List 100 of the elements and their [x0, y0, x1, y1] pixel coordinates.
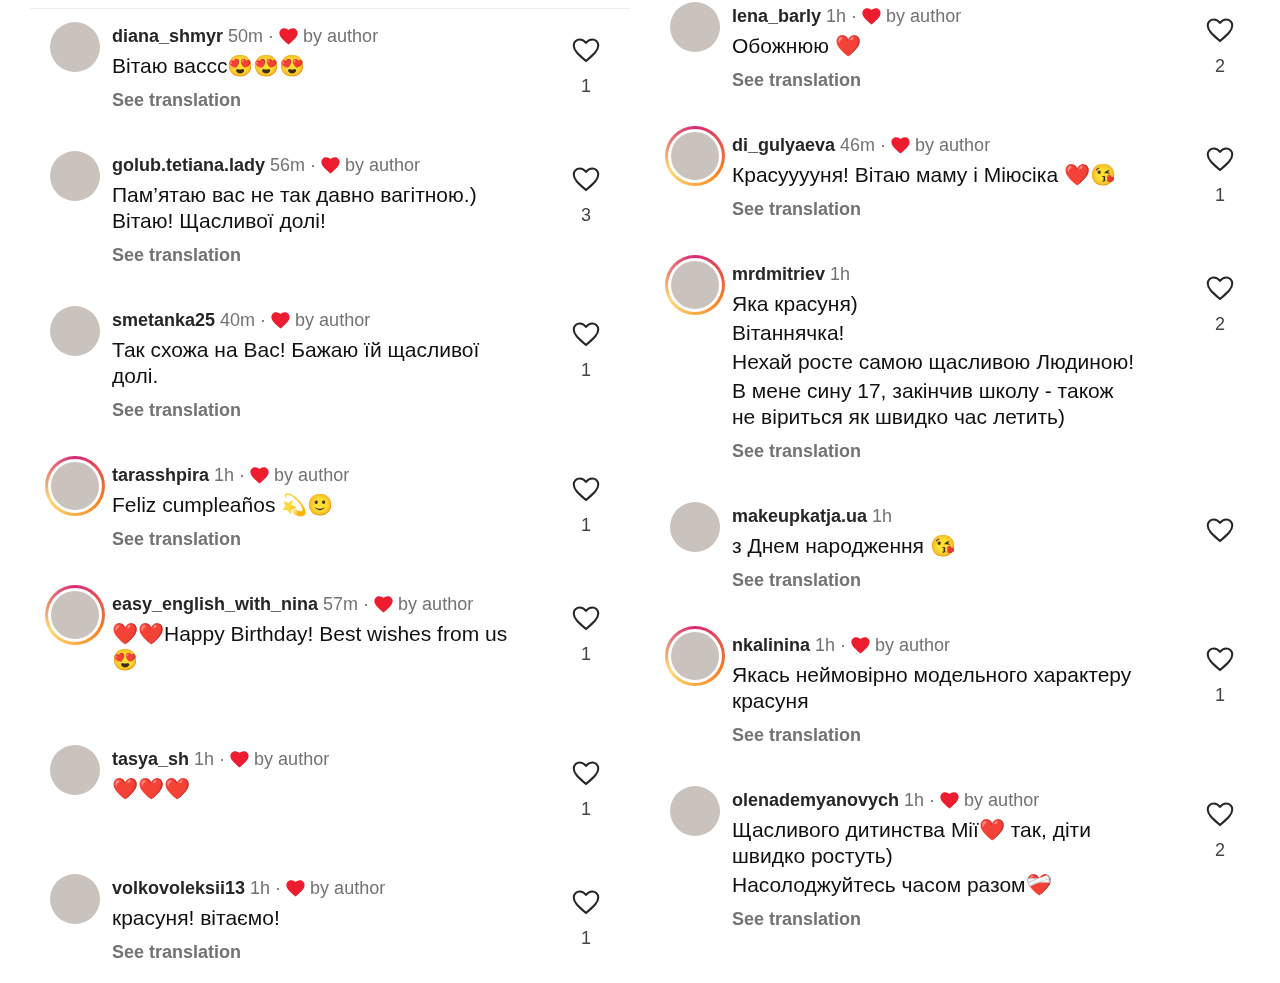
comment-time: 57m — [323, 592, 359, 616]
comment-text: Так схожа на Вас! Бажаю їй щасливої долі. — [112, 337, 481, 389]
like-count: 2 — [1215, 839, 1225, 862]
avatar-photo-placeholder — [51, 462, 99, 510]
like-heart-icon[interactable] — [1206, 802, 1234, 827]
username[interactable]: makeupkatja.ua — [732, 502, 868, 530]
comment-time: 56m — [270, 153, 306, 177]
username[interactable]: easy_english_with_nina — [112, 590, 319, 618]
comment-text: Яка красуня) — [732, 291, 859, 317]
liked-by-author-label: by author — [398, 592, 474, 616]
comment-text: Щасливого дитинства Мії❤ так, діти швидко ростуть) — [732, 817, 1092, 869]
comment-time: 1h — [815, 633, 836, 657]
like-count: 2 — [1215, 313, 1225, 336]
username[interactable]: tasya_sh — [112, 745, 190, 773]
username[interactable]: di_gulyaeva — [732, 131, 836, 159]
separator-dot: · — [840, 633, 847, 657]
username[interactable]: diana_shmyr — [112, 22, 224, 50]
see-translation-link[interactable]: See translation — [732, 567, 862, 593]
heart-icon — [250, 466, 270, 484]
liked-by-author-label: by author — [345, 153, 421, 177]
separator-dot: · — [363, 592, 370, 616]
like-count: 1 — [581, 798, 591, 821]
separator-dot: · — [275, 876, 282, 900]
username[interactable]: olenademyanovych — [732, 786, 900, 814]
like-heart-icon[interactable] — [572, 606, 600, 631]
like-heart-icon[interactable] — [572, 167, 600, 192]
avatar-story-ring[interactable] — [45, 456, 105, 516]
separator-dot: · — [260, 308, 267, 332]
comment-text: Feliz cumpleaños 💫🙂 — [112, 492, 335, 518]
avatar-photo-placeholder — [51, 591, 99, 639]
username[interactable]: tarasshpira — [112, 461, 210, 489]
like-count: 2 — [1215, 55, 1225, 78]
liked-by-author-label: by author — [964, 788, 1040, 812]
like-heart-icon[interactable] — [1206, 18, 1234, 43]
liked-by-author-label: by author — [886, 4, 962, 28]
heart-icon — [862, 7, 882, 25]
comment-text: Нехай росте самою щасливою Людиною! — [732, 349, 1135, 375]
see-translation-link[interactable]: See translation — [112, 397, 242, 423]
avatar-story-ring[interactable] — [665, 126, 725, 186]
see-translation-link[interactable]: See translation — [732, 196, 862, 222]
see-translation-link[interactable]: See translation — [732, 722, 862, 748]
liked-by-author-label: by author — [310, 876, 386, 900]
like-heart-icon[interactable] — [572, 477, 600, 502]
like-count: 1 — [1215, 684, 1225, 707]
separator-dot: · — [239, 463, 246, 487]
heart-icon — [374, 595, 394, 613]
like-heart-icon[interactable] — [1206, 147, 1234, 172]
heart-icon — [271, 311, 291, 329]
comment-time: 1h — [250, 876, 271, 900]
like-count: 1 — [581, 514, 591, 537]
username[interactable]: lena_barly — [732, 2, 822, 30]
username[interactable]: mrdmitriev — [732, 260, 826, 288]
comment-time: 1h — [214, 463, 235, 487]
see-translation-link[interactable]: See translation — [732, 906, 862, 932]
separator-dot: · — [219, 747, 226, 771]
comment-time: 40m — [220, 308, 256, 332]
separator-dot: · — [929, 788, 936, 812]
liked-by-author-label: by author — [254, 747, 330, 771]
comment-text: Обожнюю ❤ — [732, 33, 862, 59]
comment-text: Пам’ятаю вас не так давно вагітною.) Вітаю! Щасливої долі! — [112, 182, 478, 234]
heart-icon — [321, 156, 341, 174]
heart-icon — [940, 791, 960, 809]
comment-time: 1h — [830, 262, 851, 286]
separator-dot: · — [851, 4, 858, 28]
username[interactable]: smetanka25 — [112, 306, 216, 334]
like-heart-icon[interactable] — [572, 890, 600, 915]
heart-icon — [891, 136, 911, 154]
comment-text: Насолоджуйтесь часом разом❤‍🩹 — [732, 872, 1053, 898]
see-translation-link[interactable]: See translation — [112, 526, 242, 552]
avatar-story-ring[interactable] — [45, 585, 105, 645]
comment-time: 1h — [826, 4, 847, 28]
like-count: 1 — [581, 75, 591, 98]
see-translation-link[interactable]: See translation — [732, 438, 862, 464]
like-heart-icon[interactable] — [572, 322, 600, 347]
comment-text: Красууууня! Вітаю маму і Міюсіка ❤😘 — [732, 162, 1117, 188]
liked-by-author-label: by author — [274, 463, 350, 487]
separator-dot: · — [310, 153, 317, 177]
avatar-story-ring[interactable] — [665, 626, 725, 686]
like-count: 1 — [581, 927, 591, 950]
like-heart-icon[interactable] — [1206, 518, 1234, 543]
see-translation-link[interactable]: See translation — [112, 87, 242, 113]
see-translation-link[interactable]: See translation — [112, 939, 242, 965]
avatar-story-ring[interactable] — [665, 255, 725, 315]
avatar-photo-placeholder — [671, 632, 719, 680]
separator-dot: · — [268, 24, 275, 48]
liked-by-author-label: by author — [875, 633, 951, 657]
username[interactable]: golub.tetiana.lady — [112, 151, 266, 179]
username[interactable]: nkalinina — [732, 631, 811, 659]
heart-icon — [286, 879, 306, 897]
avatar-photo-placeholder — [671, 261, 719, 309]
like-heart-icon[interactable] — [572, 38, 600, 63]
avatar-photo-placeholder — [671, 132, 719, 180]
username[interactable]: volkovoleksii13 — [112, 874, 246, 902]
comment-time: 50m — [228, 24, 264, 48]
comment-text: Якась неймовірно модельного характеру красуня — [732, 662, 1133, 714]
like-heart-icon[interactable] — [572, 761, 600, 786]
like-heart-icon[interactable] — [1206, 276, 1234, 301]
see-translation-link[interactable]: See translation — [732, 67, 862, 93]
like-heart-icon[interactable] — [1206, 647, 1234, 672]
see-translation-link[interactable]: See translation — [112, 242, 242, 268]
